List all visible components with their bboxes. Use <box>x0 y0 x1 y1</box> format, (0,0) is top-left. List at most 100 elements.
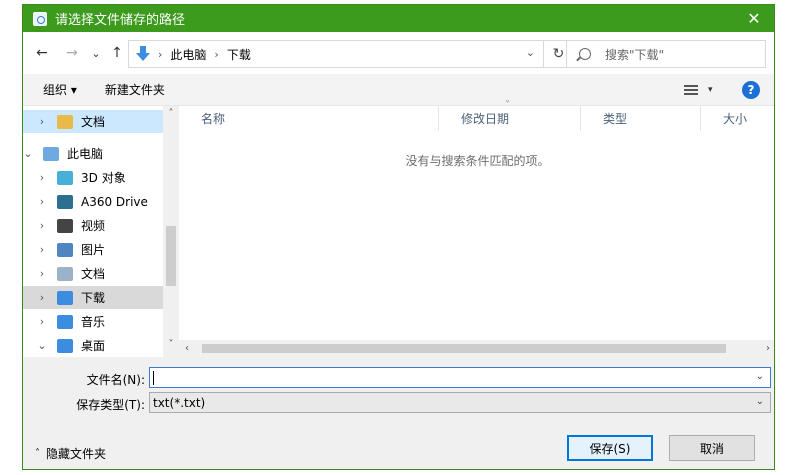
expand-chevron-icon[interactable]: ⌄ <box>33 339 51 352</box>
desktop-icon <box>57 338 73 353</box>
collapse-chevron-icon[interactable]: › <box>33 291 51 304</box>
scroll-up-arrow-icon[interactable]: ˄ <box>163 108 179 124</box>
collapse-chevron-icon[interactable]: › <box>33 219 51 232</box>
search-placeholder: 搜索"下载" <box>605 47 665 62</box>
navigation-bar: ← → ⌄ ↑ › 此电脑 › 下载 ⌄ ↻ 搜索"下载" <box>23 32 774 74</box>
column-name[interactable]: 名称 <box>179 106 439 131</box>
collapse-chevron-icon[interactable]: › <box>33 315 51 328</box>
filetype-value: txt(*.txt) <box>153 395 206 410</box>
column-header-row: 名称 修改日期 ˅ 类型 大小 <box>179 100 774 131</box>
collapse-chevron-icon[interactable]: › <box>33 171 51 184</box>
downloads-location-icon <box>136 46 150 62</box>
expand-chevron-icon[interactable]: ⌄ <box>23 147 37 160</box>
breadcrumb-this-pc[interactable]: 此电脑 <box>170 46 206 63</box>
hide-folders-toggle[interactable]: ˄ 隐藏文件夹 <box>35 445 106 462</box>
filetype-select[interactable]: txt(*.txt) ⌄ <box>149 392 771 413</box>
help-icon[interactable]: ? <box>742 81 760 99</box>
search-icon <box>579 48 591 60</box>
sidebar-item[interactable]: › 图片 <box>23 238 163 261</box>
app-icon <box>33 11 47 26</box>
filetype-dropdown-icon: ⌄ <box>755 396 764 407</box>
filename-label: 文件名(N): <box>86 373 145 387</box>
filename-field[interactable]: ⌄ <box>149 367 771 388</box>
breadcrumb-separator: › <box>214 47 219 61</box>
column-date-modified-label: 修改日期 <box>461 112 510 126</box>
view-options-caret-icon: ▾ <box>708 85 713 95</box>
sidebar-item-label: 音乐 <box>81 315 106 329</box>
sidebar-item-label: 图片 <box>81 243 106 257</box>
computer-icon <box>43 146 59 161</box>
sidebar-item-label: 3D 对象 <box>81 171 126 185</box>
sidebar-item[interactable]: ⌄ 此电脑 <box>23 142 163 165</box>
collapse-chevron-icon[interactable]: › <box>33 243 51 256</box>
sidebar-item[interactable]: › 3D 对象 <box>23 166 163 189</box>
document-folder-icon <box>57 114 73 129</box>
sidebar-item-label: 文档 <box>81 267 106 281</box>
address-dropdown-icon[interactable]: ⌄ <box>526 46 535 59</box>
save-button[interactable]: 保存(S) <box>567 435 653 461</box>
collapse-caret-icon: ˄ <box>35 448 40 459</box>
cancel-button[interactable]: 取消 <box>669 435 755 461</box>
column-size[interactable]: 大小 <box>701 106 774 131</box>
filetype-label: 保存类型(T): <box>76 398 145 412</box>
up-button[interactable]: ↑ <box>109 44 125 62</box>
collapse-chevron-icon[interactable]: › <box>33 115 51 128</box>
save-dialog: 请选择文件储存的路径 ✕ ← → ⌄ ↑ › 此电脑 › 下载 ⌄ ↻ 搜索"下… <box>22 4 775 470</box>
breadcrumb-downloads[interactable]: 下载 <box>227 46 251 63</box>
pictures-icon <box>57 242 73 257</box>
dialog-footer: ˄ 隐藏文件夹 保存(S) 取消 <box>23 423 774 469</box>
documents-icon <box>57 266 73 281</box>
3d-objects-icon <box>57 170 73 185</box>
downloads-icon <box>57 290 73 305</box>
sidebar-item-label: 下载 <box>81 291 106 305</box>
address-bar[interactable]: › 此电脑 › 下载 ⌄ <box>128 40 544 68</box>
sidebar-item[interactable]: › 视频 <box>23 214 163 237</box>
sort-indicator-icon: ˅ <box>505 100 510 111</box>
sidebar-item-label: 文档 <box>81 115 106 129</box>
scroll-right-arrow-icon[interactable]: › <box>760 340 774 357</box>
filename-dropdown-icon[interactable]: ⌄ <box>756 371 764 382</box>
sidebar-item-label: 桌面 <box>81 339 106 353</box>
scroll-down-arrow-icon[interactable]: ˅ <box>163 339 179 355</box>
close-button[interactable]: ✕ <box>734 5 774 32</box>
text-cursor <box>153 370 154 385</box>
sidebar-scroll-thumb[interactable] <box>166 226 176 286</box>
breadcrumb-separator: › <box>158 47 163 61</box>
save-form: 文件名(N): ⌄ 保存类型(T): txt(*.txt) ⌄ <box>23 357 774 423</box>
collapse-chevron-icon[interactable]: › <box>33 195 51 208</box>
forward-button[interactable]: → <box>63 44 81 62</box>
column-type[interactable]: 类型 <box>581 106 701 131</box>
horizontal-scroll-thumb[interactable] <box>202 344 726 353</box>
sidebar-item[interactable]: › 下载 <box>23 286 163 309</box>
search-box[interactable]: 搜索"下载" <box>566 40 766 68</box>
sidebar-item[interactable]: › 音乐 <box>23 310 163 333</box>
change-view-button[interactable]: ▾ <box>684 83 716 97</box>
window-title: 请选择文件储存的路径 <box>55 13 186 28</box>
music-icon <box>57 314 73 329</box>
sidebar-item-label: 此电脑 <box>67 147 104 161</box>
sidebar-item[interactable]: ⌄ 桌面 <box>23 334 163 357</box>
sidebar-item[interactable]: › 文档 <box>23 110 163 133</box>
new-folder-button[interactable]: 新建文件夹 <box>105 81 165 98</box>
sidebar-item[interactable]: › 文档 <box>23 262 163 285</box>
sidebar-scrollbar[interactable]: ˄ ˅ <box>163 106 179 357</box>
sidebar-item-label: 视频 <box>81 219 106 233</box>
file-list: 名称 修改日期 ˅ 类型 大小 没有与搜索条件匹配的项。 ‹ › <box>179 100 774 357</box>
scroll-left-arrow-icon[interactable]: ‹ <box>179 340 195 357</box>
a360-drive-icon <box>57 194 73 209</box>
organize-menu[interactable]: 组织 ▾ <box>43 81 77 98</box>
sidebar-item-label: A360 Drive <box>81 194 148 209</box>
sidebar-item[interactable]: › A360 Drive <box>23 190 163 213</box>
column-date-modified[interactable]: 修改日期 ˅ <box>439 100 581 131</box>
horizontal-scrollbar[interactable]: ‹ › <box>179 340 774 357</box>
collapse-chevron-icon[interactable]: › <box>33 267 51 280</box>
recent-locations-button[interactable]: ⌄ <box>89 44 103 62</box>
command-toolbar: 组织 ▾ 新建文件夹 ▾ ? <box>23 74 774 106</box>
empty-results-message: 没有与搜索条件匹配的项。 <box>405 154 550 168</box>
details-view-icon <box>684 85 698 95</box>
back-button[interactable]: ← <box>33 44 51 62</box>
title-bar: 请选择文件储存的路径 ✕ <box>23 5 774 32</box>
navigation-pane: › 文档 ⌄ 此电脑 › 3D 对象 › A360 Drive › 视频 › 图片 › 文档 › 下载 › 音乐 ⌄… <box>23 106 179 357</box>
hide-folders-label: 隐藏文件夹 <box>46 447 107 461</box>
video-icon <box>57 218 73 233</box>
